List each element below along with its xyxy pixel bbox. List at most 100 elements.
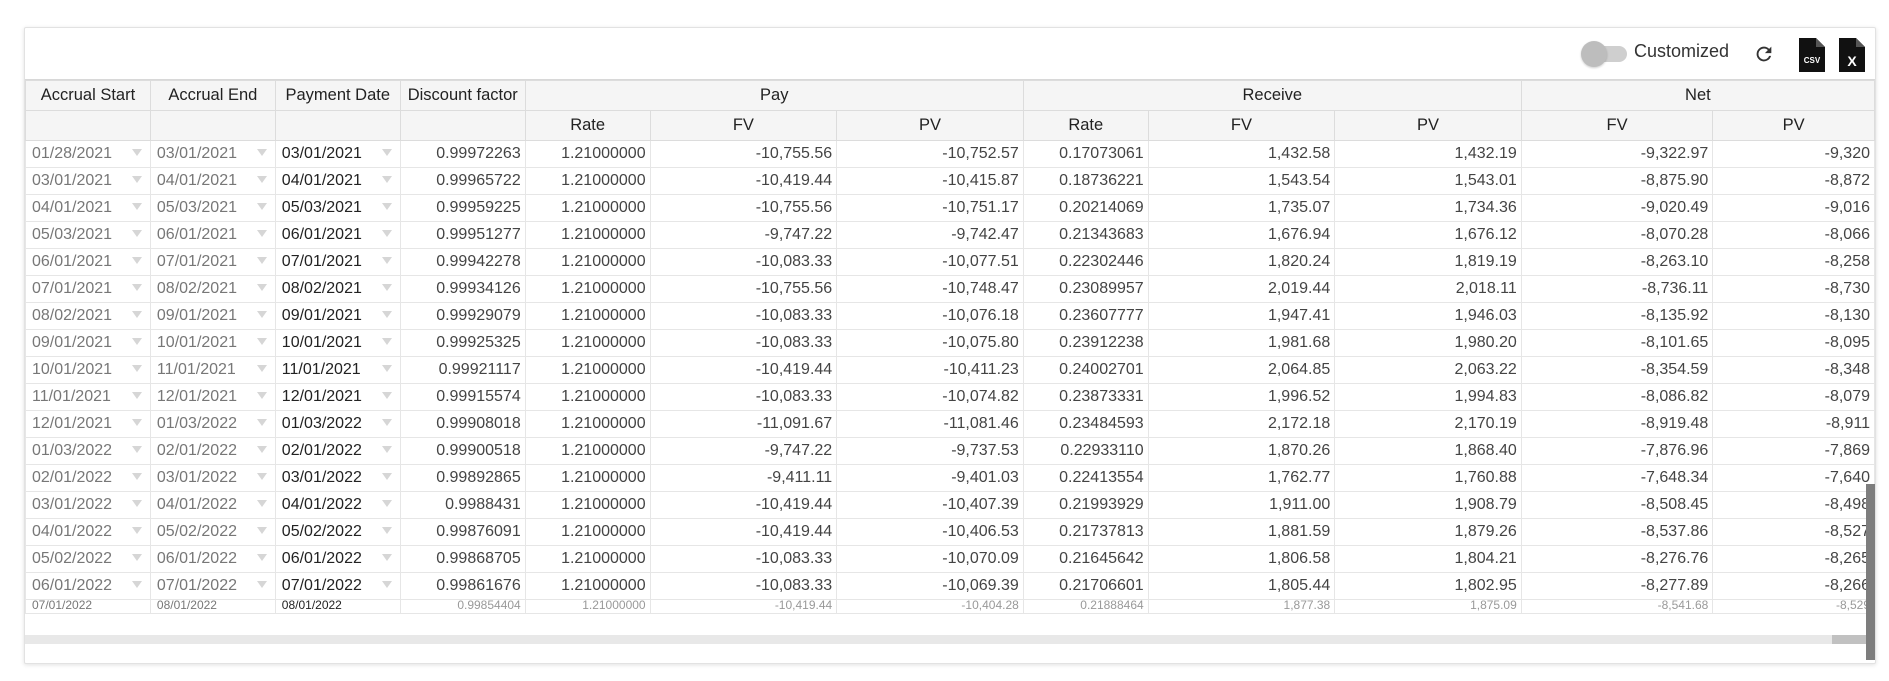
date-cell: 05/03/2021 (274, 194, 401, 222)
header-net-fv[interactable]: FV (1520, 110, 1714, 141)
chevron-down-icon[interactable] (381, 338, 392, 345)
header-net-pv[interactable]: PV (1712, 110, 1875, 141)
chevron-down-icon[interactable] (256, 257, 267, 264)
table-row[interactable]: 12/01/2021 01/03/2022 01/03/2022 0.99908018… (25, 410, 1875, 438)
chevron-down-icon[interactable] (131, 176, 142, 183)
chevron-down-icon[interactable] (381, 365, 392, 372)
chevron-down-icon[interactable] (381, 473, 392, 480)
chevron-down-icon[interactable] (381, 311, 392, 318)
chevron-down-icon[interactable] (256, 365, 267, 372)
chevron-down-icon[interactable] (131, 311, 142, 318)
cell-text: -8,537.86 (1640, 523, 1709, 540)
table-row[interactable]: 02/01/2022 03/01/2022 03/01/2022 0.99892865… (25, 464, 1875, 492)
horizontal-scrollbar-thumb[interactable] (1832, 635, 1870, 644)
chevron-down-icon[interactable] (381, 257, 392, 264)
value-cell: 1,806.58 (1147, 545, 1336, 573)
table-row[interactable]: 03/01/2022 04/01/2022 04/01/2022 0.9988431 1… (25, 491, 1875, 519)
cell-text: -9,747.22 (764, 226, 833, 243)
chevron-down-icon[interactable] (131, 554, 142, 561)
chevron-down-icon[interactable] (131, 419, 142, 426)
chevron-down-icon[interactable] (131, 203, 142, 210)
chevron-down-icon[interactable] (131, 392, 142, 399)
table-row[interactable]: 10/01/2021 11/01/2021 11/01/2021 0.99921117… (25, 356, 1875, 384)
chevron-down-icon[interactable] (131, 230, 142, 237)
csv-export-icon[interactable]: CSV (1797, 38, 1825, 72)
chevron-down-icon[interactable] (256, 473, 267, 480)
chevron-down-icon[interactable] (256, 230, 267, 237)
value-cell: 1,734.36 (1334, 194, 1522, 222)
table-row[interactable]: 05/02/2022 06/01/2022 06/01/2022 0.99868705… (25, 545, 1875, 573)
cell-text: -8,079 (1824, 388, 1870, 405)
table-row[interactable]: 05/03/2021 06/01/2021 06/01/2021 0.99951277… (25, 221, 1875, 249)
chevron-down-icon[interactable] (256, 419, 267, 426)
chevron-down-icon[interactable] (256, 500, 267, 507)
header-pay-rate[interactable]: Rate (524, 110, 651, 141)
customized-toggle[interactable] (1581, 39, 1627, 67)
horizontal-scrollbar[interactable] (25, 635, 1875, 644)
chevron-down-icon[interactable] (381, 203, 392, 210)
chevron-down-icon[interactable] (381, 554, 392, 561)
header-payment-date[interactable]: Payment Date (274, 80, 401, 111)
chevron-down-icon[interactable] (381, 149, 392, 156)
chevron-down-icon[interactable] (381, 284, 392, 291)
table-row[interactable]: 04/01/2022 05/02/2022 05/02/2022 0.99876091… (25, 518, 1875, 546)
header-receive-fv[interactable]: FV (1147, 110, 1336, 141)
chevron-down-icon[interactable] (256, 338, 267, 345)
table-row[interactable]: 03/01/2021 04/01/2021 04/01/2021 0.99965722… (25, 167, 1875, 195)
header-discount-factor[interactable]: Discount factor (399, 80, 526, 111)
chevron-down-icon[interactable] (131, 149, 142, 156)
header-pay-fv[interactable]: FV (649, 110, 838, 141)
chevron-down-icon[interactable] (131, 527, 142, 534)
chevron-down-icon[interactable] (131, 473, 142, 480)
table-row[interactable]: 01/28/2021 03/01/2021 03/01/2021 0.99972263… (25, 140, 1875, 168)
chevron-down-icon[interactable] (381, 446, 392, 453)
chevron-down-icon[interactable] (256, 311, 267, 318)
table-row[interactable]: 07/01/2022 08/01/2022 08/01/2022 0.99854404… (25, 599, 1875, 614)
chevron-down-icon[interactable] (131, 338, 142, 345)
chevron-down-icon[interactable] (256, 392, 267, 399)
table-row[interactable]: 07/01/2021 08/02/2021 08/02/2021 0.99934126… (25, 275, 1875, 303)
chevron-down-icon[interactable] (131, 284, 142, 291)
cashflow-grid[interactable]: Accrual Start Accrual End Payment Date D… (25, 79, 1875, 635)
chevron-down-icon[interactable] (131, 365, 142, 372)
chevron-down-icon[interactable] (381, 392, 392, 399)
table-row[interactable]: 06/01/2022 07/01/2022 07/01/2022 0.99861676… (25, 572, 1875, 600)
chevron-down-icon[interactable] (131, 500, 142, 507)
vertical-scrollbar-thumb[interactable] (1866, 484, 1875, 660)
chevron-down-icon[interactable] (131, 581, 142, 588)
value-cell: 1,820.24 (1147, 248, 1336, 276)
cell-text: 1,875.09 (1470, 599, 1517, 612)
excel-export-icon[interactable]: X (1837, 38, 1865, 72)
header-accrual-end[interactable]: Accrual End (149, 80, 276, 111)
chevron-down-icon[interactable] (381, 500, 392, 507)
header-accrual-start[interactable]: Accrual Start (25, 80, 151, 111)
chevron-down-icon[interactable] (256, 203, 267, 210)
chevron-down-icon[interactable] (256, 554, 267, 561)
header-pay-pv[interactable]: PV (836, 110, 1024, 141)
table-row[interactable]: 08/02/2021 09/01/2021 09/01/2021 0.99929079… (25, 302, 1875, 330)
header-receive-rate[interactable]: Rate (1022, 110, 1149, 141)
table-row[interactable]: 09/01/2021 10/01/2021 10/01/2021 0.99925325… (25, 329, 1875, 357)
table-row[interactable]: 04/01/2021 05/03/2021 05/03/2021 0.99959225… (25, 194, 1875, 222)
chevron-down-icon[interactable] (131, 446, 142, 453)
date-cell: 01/03/2022 (274, 410, 401, 438)
chevron-down-icon[interactable] (381, 581, 392, 588)
table-row[interactable]: 06/01/2021 07/01/2021 07/01/2021 0.99942278… (25, 248, 1875, 276)
chevron-down-icon[interactable] (256, 176, 267, 183)
refresh-icon[interactable] (1753, 43, 1775, 65)
chevron-down-icon[interactable] (381, 230, 392, 237)
chevron-down-icon[interactable] (131, 257, 142, 264)
chevron-down-icon[interactable] (256, 284, 267, 291)
chevron-down-icon[interactable] (256, 446, 267, 453)
chevron-down-icon[interactable] (256, 527, 267, 534)
table-row[interactable]: 11/01/2021 12/01/2021 12/01/2021 0.99915574… (25, 383, 1875, 411)
chevron-down-icon[interactable] (256, 149, 267, 156)
chevron-down-icon[interactable] (256, 581, 267, 588)
vertical-scrollbar[interactable] (1866, 179, 1875, 660)
chevron-down-icon[interactable] (381, 176, 392, 183)
chevron-down-icon[interactable] (381, 419, 392, 426)
table-row[interactable]: 01/03/2022 02/01/2022 02/01/2022 0.99900518… (25, 437, 1875, 465)
header-receive-pv[interactable]: PV (1334, 110, 1522, 141)
chevron-down-icon[interactable] (381, 527, 392, 534)
cell-text: 11/01/2021 (281, 361, 361, 378)
